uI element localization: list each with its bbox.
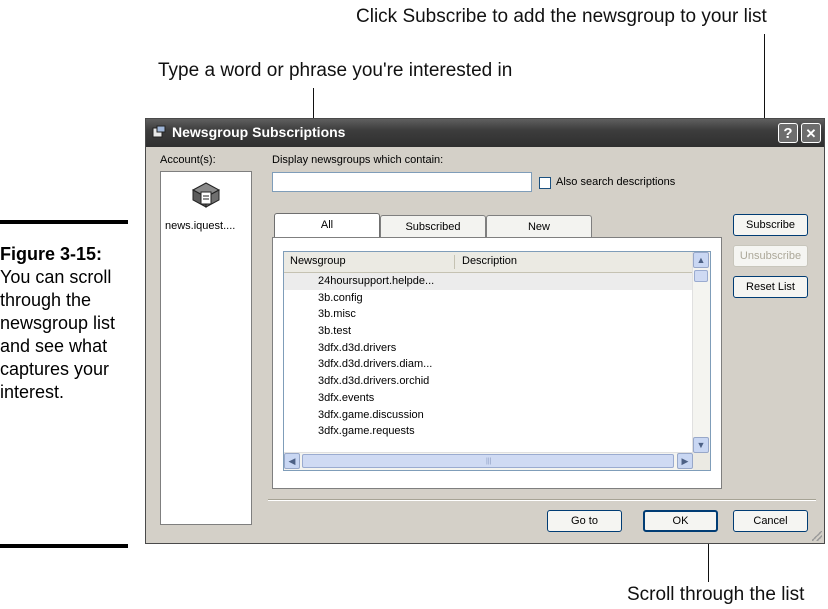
figure-bottom-rule: [0, 544, 128, 548]
vertical-scrollbar[interactable]: ▲ ▼: [692, 252, 710, 453]
list-item[interactable]: 3b.config: [284, 290, 693, 307]
filter-label: Display newsgroups which contain:: [272, 154, 444, 166]
newsgroup-app-icon: [152, 125, 166, 138]
list-item[interactable]: 3dfx.events: [284, 390, 693, 407]
list-item[interactable]: 3b.misc: [284, 306, 693, 323]
figure-number: Figure 3-15:: [0, 244, 103, 264]
accounts-label: Account(s):: [160, 154, 216, 166]
column-header-newsgroup[interactable]: Newsgroup: [290, 255, 346, 267]
list-item[interactable]: 3dfx.d3d.drivers: [284, 340, 693, 357]
column-separator[interactable]: [454, 255, 455, 269]
ok-button[interactable]: OK: [643, 510, 718, 532]
type-callout: Type a word or phrase you're interested …: [158, 60, 513, 81]
bottom-divider: [268, 499, 816, 501]
scroll-right-icon[interactable]: ▶: [677, 453, 693, 469]
horizontal-scrollbar[interactable]: ◀ ||| ▶: [284, 452, 693, 470]
newsgroup-list[interactable]: Newsgroup Description 24hoursupport.help…: [283, 251, 711, 471]
list-item[interactable]: 3dfx.game.discussion: [284, 407, 693, 424]
tab-new[interactable]: New: [486, 215, 592, 237]
figure-caption: Figure 3-15: You can scroll through the …: [0, 243, 125, 404]
list-header: Newsgroup Description: [284, 252, 693, 273]
scroll-down-icon[interactable]: ▼: [693, 437, 709, 453]
news-server-icon: [191, 182, 221, 208]
tab-panel-all: Newsgroup Description 24hoursupport.help…: [272, 237, 722, 489]
list-item[interactable]: 3dfx.d3d.drivers.diam...: [284, 356, 693, 373]
subscribe-button[interactable]: Subscribe: [733, 214, 808, 236]
window-title: Newsgroup Subscriptions: [172, 124, 346, 140]
unsubscribe-button[interactable]: Unsubscribe: [733, 245, 808, 267]
close-button[interactable]: ✕: [801, 123, 821, 143]
also-search-descriptions-checkbox[interactable]: [539, 177, 551, 189]
tab-all[interactable]: All: [274, 213, 380, 237]
account-item[interactable]: news.iquest....: [165, 220, 235, 232]
newsgroup-search-input[interactable]: [272, 172, 532, 192]
title-bar[interactable]: Newsgroup Subscriptions ? ✕: [146, 119, 824, 147]
list-item[interactable]: 3b.test: [284, 323, 693, 340]
vertical-scroll-thumb[interactable]: [694, 270, 708, 282]
scroll-up-icon[interactable]: ▲: [693, 252, 709, 268]
list-item[interactable]: 3dfx.d3d.drivers.orchid: [284, 373, 693, 390]
column-header-description[interactable]: Description: [462, 255, 517, 267]
cancel-button[interactable]: Cancel: [733, 510, 808, 532]
resize-grip-icon[interactable]: [812, 531, 822, 541]
figure-top-rule: [0, 220, 128, 224]
go-to-button[interactable]: Go to: [547, 510, 622, 532]
horizontal-scroll-thumb[interactable]: |||: [302, 454, 674, 468]
also-search-descriptions-label: Also search descriptions: [556, 176, 676, 188]
scrollbar-corner: [693, 453, 710, 470]
figure-caption-text: You can scroll through the newsgroup lis…: [0, 267, 116, 402]
list-item[interactable]: 24hoursupport.helpde...: [284, 273, 693, 290]
scroll-callout: Scroll through the list: [627, 584, 805, 605]
scroll-grip-icon: |||: [486, 458, 492, 465]
newsgroup-rows: 24hoursupport.helpde... 3b.config 3b.mis…: [284, 273, 693, 440]
accounts-list[interactable]: news.iquest....: [160, 171, 252, 525]
subscribe-callout: Click Subscribe to add the newsgroup to …: [356, 6, 767, 27]
scroll-left-icon[interactable]: ◀: [284, 453, 300, 469]
list-item[interactable]: 3dfx.game.requests: [284, 423, 693, 440]
tab-subscribed[interactable]: Subscribed: [380, 215, 486, 237]
newsgroup-subscriptions-dialog: Newsgroup Subscriptions ? ✕ Account(s): …: [145, 118, 825, 544]
reset-list-button[interactable]: Reset List: [733, 276, 808, 298]
help-button[interactable]: ?: [778, 123, 798, 143]
